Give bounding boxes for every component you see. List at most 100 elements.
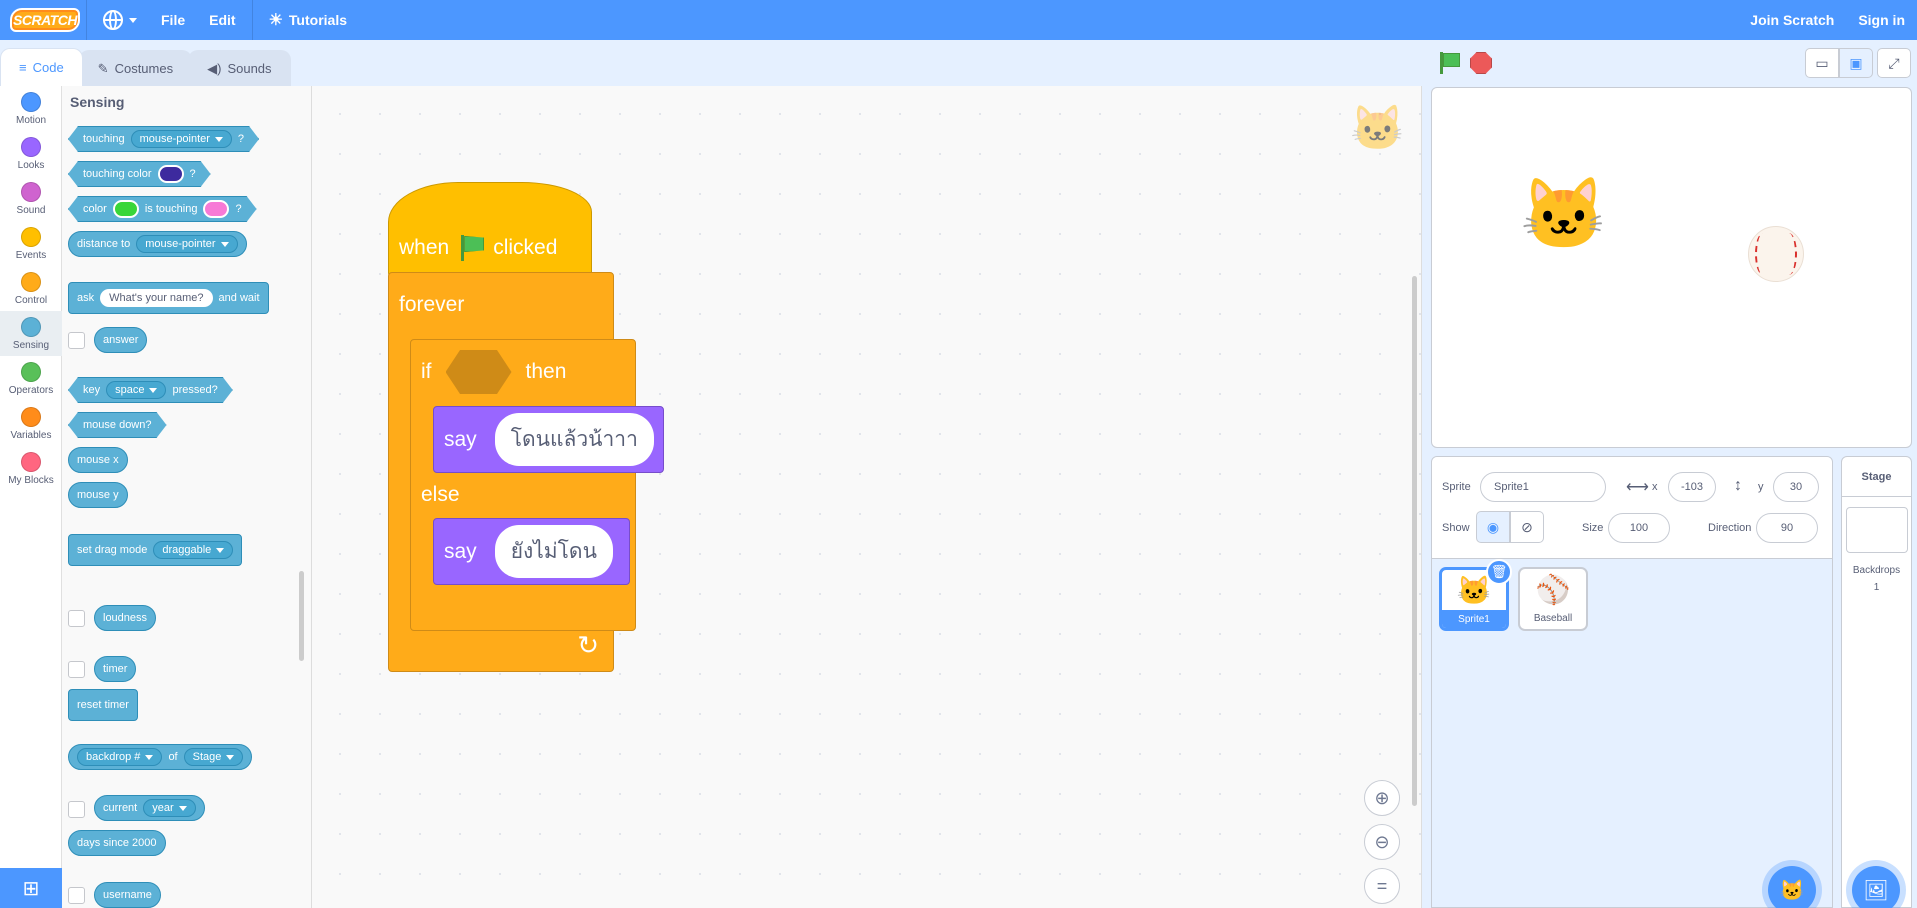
else-label-row: else bbox=[421, 483, 460, 507]
code-icon: ≡ bbox=[19, 60, 27, 75]
username-checkbox[interactable] bbox=[68, 887, 85, 904]
speaker-icon: ◀) bbox=[207, 60, 222, 76]
mouse-y-block[interactable]: mouse y bbox=[68, 482, 128, 508]
ask-input[interactable]: What's your name? bbox=[100, 289, 213, 307]
size-label: Size bbox=[1582, 522, 1604, 534]
sprite-tile-baseball[interactable]: ⚾ Baseball bbox=[1518, 567, 1588, 631]
when-flag-clicked-block[interactable]: when clicked bbox=[388, 182, 592, 277]
y-input[interactable]: 30 bbox=[1773, 472, 1819, 502]
touching-block[interactable]: touching mouse-pointer ? bbox=[68, 126, 259, 152]
mouse-down-block[interactable]: mouse down? bbox=[68, 412, 167, 438]
loudness-block[interactable]: loudness bbox=[94, 605, 157, 631]
sign-in-button[interactable]: Sign in bbox=[1846, 0, 1917, 40]
block-text: distance to bbox=[77, 238, 131, 250]
size-input[interactable]: 100 bbox=[1608, 513, 1670, 543]
scratch-logo[interactable]: SCRATCH bbox=[10, 6, 82, 34]
show-sprite-button[interactable]: ◉ bbox=[1476, 511, 1510, 543]
drag-mode-dropdown[interactable]: draggable bbox=[153, 541, 234, 559]
reset-timer-block[interactable]: reset timer bbox=[68, 689, 138, 721]
stage-selector-pane[interactable]: Stage Backdrops 1 bbox=[1841, 456, 1912, 908]
username-block[interactable]: username bbox=[94, 882, 161, 908]
workspace-scrollbar[interactable] bbox=[1412, 276, 1417, 806]
property-dropdown[interactable]: backdrop # bbox=[77, 748, 163, 766]
timer-block[interactable]: timer bbox=[94, 656, 137, 682]
hide-sprite-button[interactable]: ⊘ bbox=[1510, 511, 1544, 543]
tab-sounds[interactable]: ◀) Sounds bbox=[188, 50, 291, 86]
color-is-touching-block[interactable]: color is touching ? bbox=[68, 196, 257, 222]
category-operators[interactable]: Operators bbox=[0, 356, 62, 401]
say-text-input-1[interactable]: โดนแล้วน้าาา bbox=[494, 413, 654, 466]
current-dropdown[interactable]: year bbox=[143, 799, 196, 817]
category-control[interactable]: Control bbox=[0, 266, 62, 311]
category-my-blocks[interactable]: My Blocks bbox=[0, 446, 62, 491]
zoom-out-button[interactable]: ⊖ bbox=[1364, 824, 1400, 860]
menu-bar: SCRATCH File Edit ☀ Tutorials Join Scrat… bbox=[0, 0, 1917, 40]
set-drag-mode-block[interactable]: set drag mode draggable bbox=[68, 534, 243, 566]
file-menu[interactable]: File bbox=[149, 0, 197, 40]
tutorials-button[interactable]: ☀ Tutorials bbox=[257, 0, 359, 40]
zoom-reset-button[interactable]: = bbox=[1364, 868, 1400, 904]
category-sensing[interactable]: Sensing bbox=[0, 311, 62, 356]
category-variables[interactable]: Variables bbox=[0, 401, 62, 446]
target-dropdown[interactable]: Stage bbox=[183, 748, 244, 766]
visibility-toggle: ◉ ⊘ bbox=[1476, 511, 1544, 543]
x-input[interactable]: -103 bbox=[1668, 472, 1716, 502]
baseball-sprite-icon[interactable] bbox=[1748, 226, 1804, 282]
current-year-block[interactable]: current year bbox=[94, 795, 205, 821]
stage-canvas[interactable]: 🐱 bbox=[1431, 87, 1912, 448]
category-label: Events bbox=[15, 249, 47, 261]
choose-backdrop-button[interactable]: 🖼 bbox=[1852, 866, 1900, 908]
add-extension-button[interactable]: ⊞ bbox=[0, 868, 62, 908]
language-menu[interactable] bbox=[91, 0, 149, 40]
loudness-checkbox[interactable] bbox=[68, 610, 85, 627]
small-stage-button[interactable]: ▭ bbox=[1805, 48, 1839, 78]
key-pressed-block[interactable]: key space pressed? bbox=[68, 377, 233, 403]
touching-color-block[interactable]: touching color ? bbox=[68, 161, 211, 187]
backdrop-of-stage-block[interactable]: backdrop # of Stage bbox=[68, 744, 253, 770]
category-sound[interactable]: Sound bbox=[0, 176, 62, 221]
color-swatch[interactable] bbox=[158, 165, 184, 183]
if-else-block[interactable]: if then else bbox=[410, 339, 636, 631]
join-scratch-button[interactable]: Join Scratch bbox=[1738, 0, 1846, 40]
say-block-1[interactable]: say โดนแล้วน้าาา bbox=[433, 406, 664, 473]
distance-dropdown[interactable]: mouse-pointer bbox=[136, 235, 238, 253]
sprite-name-input[interactable]: Sprite1 bbox=[1480, 472, 1606, 502]
color-swatch[interactable] bbox=[203, 200, 229, 218]
touching-dropdown[interactable]: mouse-pointer bbox=[131, 130, 232, 148]
green-flag-button[interactable] bbox=[1436, 50, 1462, 76]
say-text-input-2[interactable]: ยังไม่โดน bbox=[494, 525, 613, 578]
current-checkbox[interactable] bbox=[68, 801, 85, 818]
key-dropdown[interactable]: space bbox=[106, 381, 166, 399]
trash-icon: 🗑 bbox=[1490, 564, 1508, 579]
mouse-x-block[interactable]: mouse x bbox=[68, 447, 128, 473]
timer-checkbox[interactable] bbox=[68, 661, 85, 678]
if-label-row: if then bbox=[421, 350, 566, 394]
tab-code[interactable]: ≡ Code bbox=[0, 48, 83, 86]
dropdown-value: mouse-pointer bbox=[139, 133, 210, 145]
condition-slot[interactable] bbox=[445, 350, 512, 394]
color-swatch[interactable] bbox=[113, 200, 139, 218]
category-looks[interactable]: Looks bbox=[0, 131, 62, 176]
answer-checkbox[interactable] bbox=[68, 332, 85, 349]
say-block-2[interactable]: say ยังไม่โดน bbox=[433, 518, 630, 585]
stop-button[interactable] bbox=[1470, 52, 1492, 74]
edit-menu[interactable]: Edit bbox=[197, 0, 247, 40]
large-stage-button[interactable]: ▣ bbox=[1839, 48, 1873, 78]
days-since-2000-block[interactable]: days since 2000 bbox=[68, 830, 166, 856]
fullscreen-button[interactable]: ⤢ bbox=[1877, 48, 1911, 78]
cat-sprite-icon[interactable]: 🐱 bbox=[1520, 174, 1607, 256]
category-events[interactable]: Events bbox=[0, 221, 62, 266]
category-motion[interactable]: Motion bbox=[0, 86, 62, 131]
zoom-in-button[interactable]: ⊕ bbox=[1364, 780, 1400, 816]
delete-sprite-button[interactable]: 🗑 bbox=[1486, 559, 1512, 585]
ask-and-wait-block[interactable]: ask What's your name? and wait bbox=[68, 282, 269, 314]
distance-to-block[interactable]: distance to mouse-pointer bbox=[68, 231, 247, 257]
direction-input[interactable]: 90 bbox=[1756, 513, 1818, 543]
choose-sprite-button[interactable]: 🐱 bbox=[1768, 866, 1816, 908]
palette-scrollbar[interactable] bbox=[299, 571, 304, 661]
tab-costumes[interactable]: ✎ Costumes bbox=[78, 50, 193, 86]
answer-block[interactable]: answer bbox=[94, 327, 148, 353]
script-workspace[interactable]: 🐱 when clicked forever ↻ if then else sa… bbox=[312, 86, 1422, 908]
direction-label: Direction bbox=[1708, 522, 1752, 534]
stage-thumbnail[interactable] bbox=[1845, 507, 1908, 553]
